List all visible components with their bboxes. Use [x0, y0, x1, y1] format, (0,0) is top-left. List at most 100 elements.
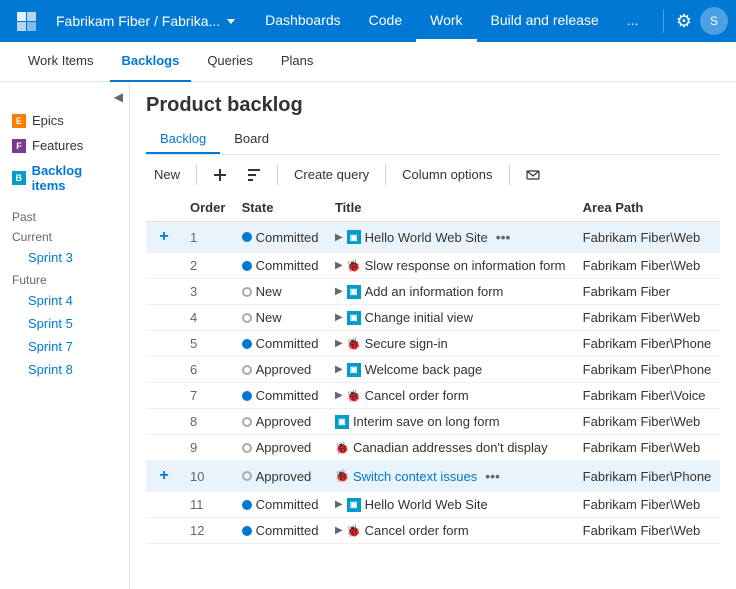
cell-order: 5: [182, 331, 234, 357]
cell-order: 9: [182, 435, 234, 461]
cell-area-path: Fabrikam Fiber\Phone: [575, 357, 720, 383]
sprint-past-label: Past: [0, 206, 129, 226]
tab-queries[interactable]: Queries: [195, 42, 265, 82]
expand-icon[interactable]: ▶: [335, 338, 343, 349]
expand-icon[interactable]: ▶: [335, 499, 343, 510]
email-button[interactable]: [518, 164, 548, 186]
cell-state: Committed: [234, 253, 327, 279]
cell-area-path: Fabrikam Fiber\Web: [575, 435, 720, 461]
sidebar-item-epics[interactable]: E Epics: [0, 108, 129, 133]
content-area: Product backlog Backlog Board New Create…: [130, 82, 736, 589]
cell-state: Committed: [234, 222, 327, 253]
create-query-button[interactable]: Create query: [286, 163, 377, 186]
story-icon: ▣: [347, 363, 361, 377]
sidebar-sprint3[interactable]: Sprint 3: [0, 246, 129, 269]
expand-icon[interactable]: ▶: [335, 232, 343, 243]
expand-icon[interactable]: ▶: [335, 364, 343, 375]
sidebar-sprint8[interactable]: Sprint 8: [0, 358, 129, 381]
settings-icon[interactable]: ⚙: [676, 11, 692, 32]
cell-state: Committed: [234, 518, 327, 544]
features-icon: F: [12, 139, 26, 153]
table-header-row: Order State Title Area Path: [146, 194, 720, 222]
more-options-button[interactable]: •••: [481, 466, 504, 486]
title-text: Hello World Web Site: [365, 230, 488, 245]
cell-state: New: [234, 279, 327, 305]
cell-title: ▶🐞Cancel order form: [327, 518, 575, 544]
cell-title: ▶▣Hello World Web Site: [327, 492, 575, 518]
state-label: New: [256, 284, 282, 299]
collapse-button[interactable]: [239, 164, 269, 186]
nav-build[interactable]: Build and release: [477, 0, 613, 42]
add-item-button[interactable]: +: [154, 227, 174, 247]
nav-work[interactable]: Work: [416, 0, 476, 42]
cell-area-path: Fabrikam Fiber\Web: [575, 518, 720, 544]
nav-code[interactable]: Code: [355, 0, 416, 42]
table-row: +1Committed▶▣Hello World Web Site•••Fabr…: [146, 222, 720, 253]
col-state: State: [234, 194, 327, 222]
sidebar-sprint7[interactable]: Sprint 7: [0, 335, 129, 358]
story-icon: ▣: [347, 311, 361, 325]
expand-icon[interactable]: ▶: [335, 260, 343, 271]
view-tabs: Backlog Board: [146, 125, 720, 155]
column-options-button[interactable]: Column options: [394, 163, 500, 186]
cell-title: ▶🐞Cancel order form: [327, 383, 575, 409]
title-text: Cancel order form: [365, 523, 469, 538]
expand-icon[interactable]: ▶: [335, 525, 343, 536]
table-row: 9Approved🐞Canadian addresses don't displ…: [146, 435, 720, 461]
page-title: Product backlog: [146, 94, 720, 117]
cell-order: 6: [182, 357, 234, 383]
add-child-button[interactable]: [205, 164, 235, 186]
title-text: Canadian addresses don't display: [353, 440, 548, 455]
table-row: 8Approved▣Interim save on long formFabri…: [146, 409, 720, 435]
table-row: 12Committed▶🐞Cancel order formFabrikam F…: [146, 518, 720, 544]
col-areapath: Area Path: [575, 194, 720, 222]
backlog-table: Order State Title Area Path +1Committed▶…: [146, 194, 720, 544]
sidebar-item-backlog[interactable]: B Backlog items: [0, 158, 129, 198]
nav-dashboards[interactable]: Dashboards: [251, 0, 355, 42]
sidebar-sprint5[interactable]: Sprint 5: [0, 312, 129, 335]
sidebar-item-features[interactable]: F Features: [0, 133, 129, 158]
table-row: 4New▶▣Change initial viewFabrikam Fiber\…: [146, 305, 720, 331]
cell-area-path: Fabrikam Fiber\Phone: [575, 331, 720, 357]
nav-more[interactable]: ...: [613, 0, 653, 42]
user-avatar[interactable]: S: [700, 7, 728, 35]
state-label: Committed: [256, 258, 319, 273]
sidebar-sprint4[interactable]: Sprint 4: [0, 289, 129, 312]
title-text: Add an information form: [365, 284, 504, 299]
story-icon: ▣: [335, 415, 349, 429]
logo[interactable]: [8, 3, 44, 39]
sidebar-label-backlog: Backlog items: [32, 163, 117, 193]
col-order: Order: [182, 194, 234, 222]
state-label: Approved: [256, 414, 312, 429]
sidebar-collapse-button[interactable]: ◀: [114, 90, 123, 104]
add-child-icon: [213, 168, 227, 182]
expand-icon[interactable]: ▶: [335, 286, 343, 297]
view-tab-backlog[interactable]: Backlog: [146, 125, 220, 154]
cell-title: ▶▣Change initial view: [327, 305, 575, 331]
cell-state: Committed: [234, 331, 327, 357]
cell-title: 🐞Switch context issues•••: [327, 461, 575, 492]
title-text[interactable]: Switch context issues: [353, 469, 477, 484]
add-item-button[interactable]: +: [154, 466, 174, 486]
view-tab-board[interactable]: Board: [220, 125, 283, 154]
table-row: 3New▶▣Add an information formFabrikam Fi…: [146, 279, 720, 305]
expand-icon[interactable]: ▶: [335, 390, 343, 401]
cell-state: Approved: [234, 357, 327, 383]
table-row: 2Committed▶🐞Slow response on information…: [146, 253, 720, 279]
cell-title: ▶🐞Slow response on information form: [327, 253, 575, 279]
title-text: Slow response on information form: [365, 258, 566, 273]
tab-backlogs[interactable]: Backlogs: [110, 42, 192, 82]
tab-plans[interactable]: Plans: [269, 42, 326, 82]
cell-title: ▶▣Add an information form: [327, 279, 575, 305]
cell-order: 1: [182, 222, 234, 253]
new-button[interactable]: New: [146, 163, 188, 186]
table-row: 7Committed▶🐞Cancel order formFabrikam Fi…: [146, 383, 720, 409]
cell-state: New: [234, 305, 327, 331]
collapse-icon: [247, 168, 261, 182]
org-name[interactable]: Fabrikam Fiber / Fabrika...: [48, 13, 243, 29]
title-text: Welcome back page: [365, 362, 483, 377]
more-options-button[interactable]: •••: [492, 227, 515, 247]
cell-area-path: Fabrikam Fiber\Phone: [575, 461, 720, 492]
tab-work-items[interactable]: Work Items: [16, 42, 106, 82]
expand-icon[interactable]: ▶: [335, 312, 343, 323]
